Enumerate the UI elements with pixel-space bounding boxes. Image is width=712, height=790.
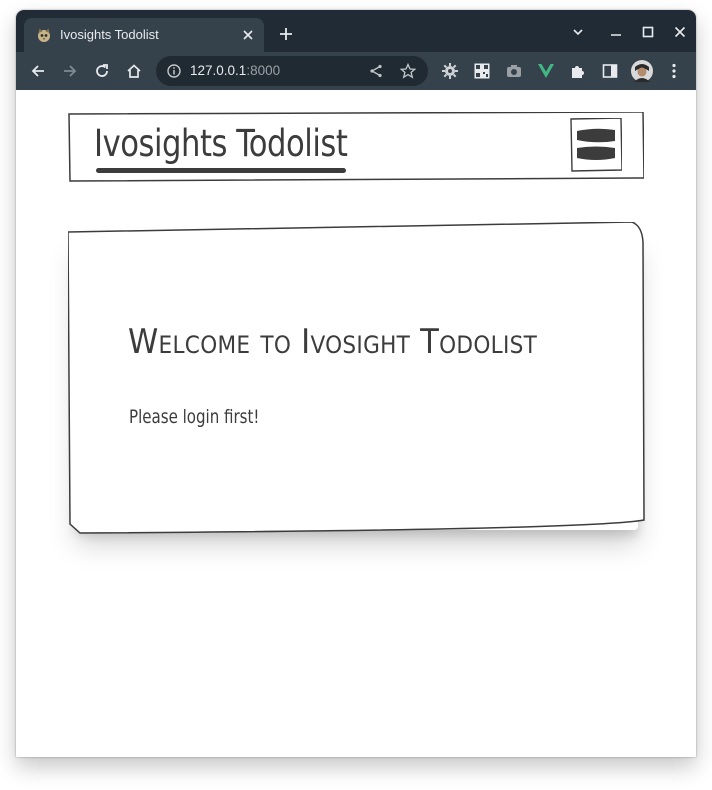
browser-tab[interactable]: Ivosights Todolist	[24, 18, 264, 52]
info-icon[interactable]	[166, 63, 182, 83]
maximize-icon[interactable]	[636, 20, 660, 44]
gear-extension-icon[interactable]	[438, 59, 462, 83]
star-icon[interactable]	[399, 62, 417, 83]
home-icon[interactable]	[122, 59, 146, 83]
minimize-icon[interactable]	[604, 20, 628, 44]
url-host: 127.0.0.1	[190, 63, 247, 78]
share-icon[interactable]	[368, 63, 384, 83]
brand-title[interactable]: Ivosights Todolist	[94, 122, 348, 165]
qr-code-icon[interactable]	[470, 59, 494, 83]
cat-favicon-icon	[36, 27, 52, 43]
url-text: 127.0.0.1:8000	[190, 63, 280, 78]
side-panel-icon[interactable]	[598, 59, 622, 83]
plus-icon[interactable]	[274, 22, 298, 46]
url-port: :8000	[246, 63, 281, 78]
chevron-down-icon[interactable]	[566, 20, 590, 44]
vue-icon[interactable]	[534, 59, 558, 83]
brand-underline	[96, 168, 346, 173]
tab-title: Ivosights Todolist	[60, 27, 159, 42]
close-icon[interactable]	[238, 25, 258, 45]
browser-titlebar: Ivosights Todolist	[16, 10, 696, 52]
navbar: Ivosights Todolist	[68, 112, 644, 182]
kebab-menu-icon[interactable]	[662, 59, 686, 83]
login-message: Please login first!	[129, 406, 260, 428]
welcome-card	[68, 222, 648, 534]
browser-window: Ivosights Todolist 127.0.0.1:8000 Ivosig…	[16, 10, 696, 757]
hamburger-menu-icon[interactable]	[570, 117, 623, 172]
page-viewport: Ivosights Todolist Welcome to Ivosight T…	[16, 90, 696, 757]
welcome-heading: Welcome to Ivosight Todolist	[128, 322, 538, 362]
window-close-icon[interactable]	[668, 20, 692, 44]
avatar[interactable]	[630, 59, 654, 83]
camera-icon[interactable]	[502, 59, 526, 83]
card-border	[68, 222, 645, 534]
puzzle-icon[interactable]	[566, 59, 590, 83]
address-bar[interactable]: 127.0.0.1:8000	[156, 56, 428, 86]
reload-icon[interactable]	[90, 59, 114, 83]
browser-toolbar: 127.0.0.1:8000	[16, 52, 696, 90]
arrow-left-icon[interactable]	[26, 59, 50, 83]
arrow-right-icon[interactable]	[58, 59, 82, 83]
